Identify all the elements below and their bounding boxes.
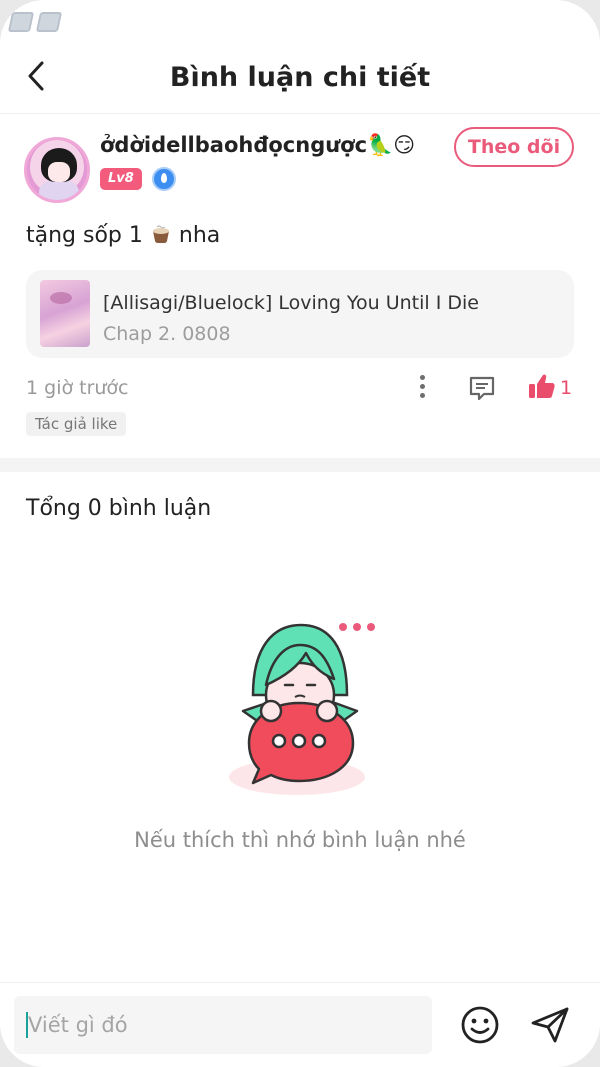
chapter-title: [Allisagi/Bluelock] Loving You Until I D… <box>103 292 479 314</box>
thumbs-up-icon <box>529 374 555 398</box>
emoji-button[interactable] <box>460 1005 500 1045</box>
phone-screen: Bình luận chi tiết ởdờidellbaohđọcngược🦜… <box>0 0 600 1067</box>
empty-state-text: Nếu thích thì nhớ bình luận nhé <box>134 828 466 852</box>
chapter-cover-image <box>40 280 90 347</box>
comment-input-placeholder: Viết gì đó <box>28 1013 128 1037</box>
top-bar: Bình luận chi tiết <box>0 44 600 114</box>
like-count: 1 <box>560 377 573 399</box>
app-shortcut-icon <box>35 12 63 32</box>
chapter-card[interactable]: [Allisagi/Bluelock] Loving You Until I D… <box>26 270 574 358</box>
empty-state-mascot-icon <box>229 623 375 795</box>
send-button[interactable] <box>529 1005 571 1045</box>
app-shortcut-icon <box>7 12 35 32</box>
more-vertical-icon[interactable] <box>416 373 428 401</box>
author-like-tag: Tác giả like <box>26 412 127 436</box>
comment-total: Tổng 0 bình luận <box>26 496 212 521</box>
section-divider <box>0 458 600 472</box>
comment-icon <box>469 376 495 401</box>
coffee-cup-icon <box>152 225 169 244</box>
like-button[interactable] <box>527 371 557 401</box>
smiley-icon <box>461 1006 499 1044</box>
page-title: Bình luận chi tiết <box>169 62 431 93</box>
level-badge: Lv8 <box>100 168 142 190</box>
comment-button[interactable] <box>467 373 497 403</box>
follow-button[interactable]: Theo dõi <box>454 127 574 167</box>
comment-composer: Viết gì đó <box>0 982 600 1067</box>
comment-text-start: tặng sốp 1 <box>26 223 143 248</box>
chapter-subtitle: Chap 2. 0808 <box>103 323 231 345</box>
comment-input[interactable]: Viết gì đó <box>14 996 432 1054</box>
post-time: 1 giờ trước <box>26 377 129 399</box>
status-bar-icons <box>7 12 63 32</box>
send-icon <box>531 1007 569 1043</box>
avatar[interactable] <box>24 137 90 203</box>
username[interactable]: ởdờidellbaohđọcngược🦜😏 <box>100 133 415 158</box>
comment-text: tặng sốp 1 nha <box>26 223 220 248</box>
verified-badge-icon <box>152 167 176 191</box>
comment-text-end: nha <box>178 223 221 248</box>
